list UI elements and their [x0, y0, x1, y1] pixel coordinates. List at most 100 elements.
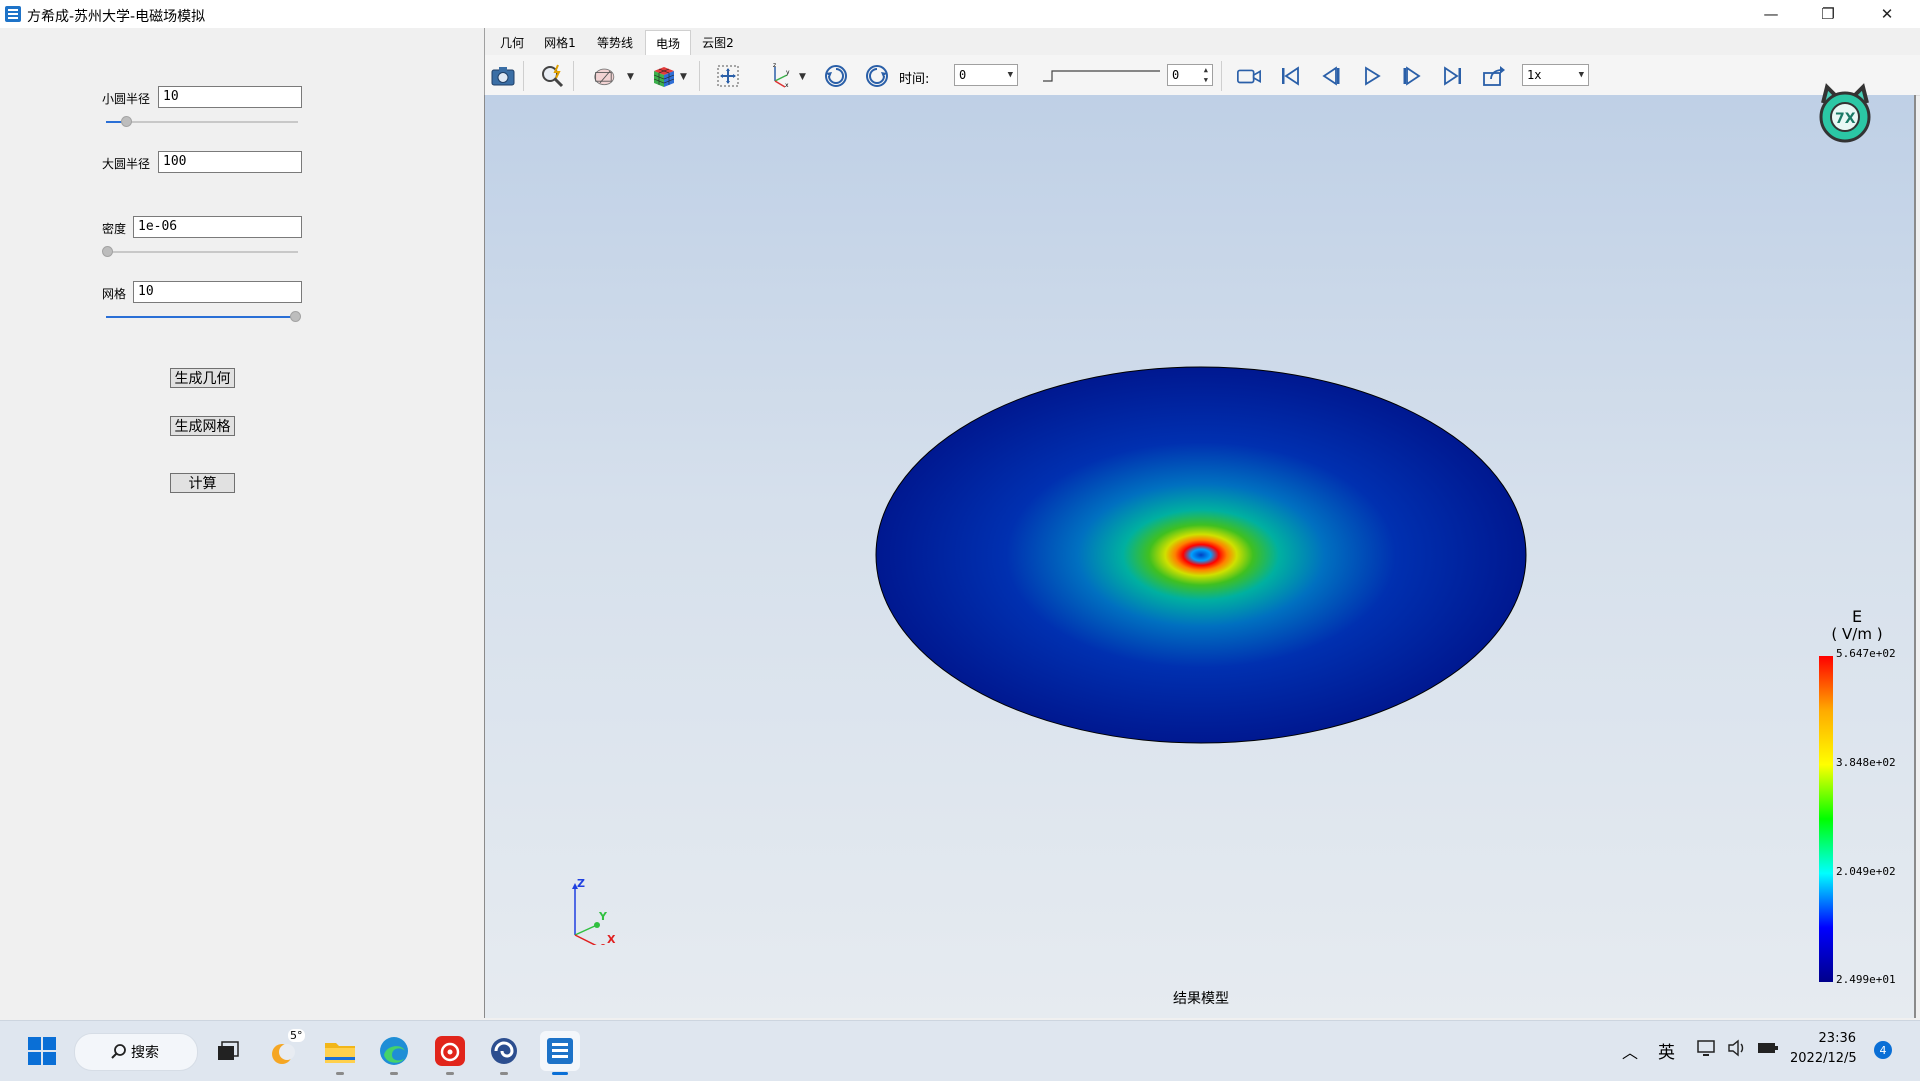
- play-icon[interactable]: [1359, 63, 1385, 89]
- outer-radius-label: 大圆半径: [102, 157, 151, 171]
- next-frame-icon[interactable]: [1399, 63, 1425, 89]
- active-indicator: [552, 1072, 568, 1075]
- grid-label: 网格: [102, 287, 127, 301]
- minimize-button[interactable]: —: [1748, 0, 1794, 28]
- restore-button[interactable]: ❐: [1805, 0, 1851, 28]
- taskbar-search[interactable]: 搜索: [74, 1033, 198, 1071]
- rotate-right-icon[interactable]: [864, 63, 890, 89]
- weather-temperature: 5°: [288, 1029, 305, 1042]
- step-spinbox[interactable]: 0 ▲ ▼: [1167, 64, 1213, 86]
- chevron-down-icon[interactable]: ▼: [627, 72, 634, 82]
- density-slider-track[interactable]: [106, 251, 298, 253]
- field-disk: [875, 366, 1527, 744]
- running-indicator: [336, 1072, 344, 1075]
- time-select-value: 0: [959, 68, 967, 82]
- record-video-icon[interactable]: [1236, 63, 1262, 89]
- search-label: 搜索: [131, 1045, 159, 1061]
- app-logo-badge: 7X: [1819, 83, 1871, 143]
- chevron-down-icon: ▼: [1578, 70, 1584, 80]
- step-spinbox-value: 0: [1172, 68, 1180, 82]
- last-frame-icon[interactable]: [1440, 63, 1466, 89]
- svg-text:y: y: [786, 69, 790, 76]
- weather-widget[interactable]: 5°: [264, 1029, 305, 1071]
- tab-electric-field[interactable]: 电场: [645, 30, 691, 55]
- rotate-left-icon[interactable]: [823, 63, 849, 89]
- axis-y-label: Y: [598, 910, 608, 923]
- title-bar: 方希成-苏州大学-电磁场模拟 — ❐ ✕: [0, 0, 1920, 29]
- playback-speed-select[interactable]: 1x ▼: [1522, 64, 1589, 86]
- netease-music-icon[interactable]: [430, 1031, 470, 1075]
- volume-icon[interactable]: [1727, 1038, 1747, 1062]
- time-slider[interactable]: [1042, 67, 1162, 83]
- toolbar-separator: [573, 61, 574, 91]
- toolbar-separator: [699, 61, 700, 91]
- tab-mesh1[interactable]: 网格1: [538, 32, 582, 52]
- previous-frame-icon[interactable]: [1318, 63, 1344, 89]
- app-swirl-icon[interactable]: [484, 1031, 524, 1075]
- first-frame-icon[interactable]: [1277, 63, 1303, 89]
- clip-plane-icon[interactable]: [593, 63, 619, 89]
- colorbar-tick: 5.647e+02: [1836, 647, 1896, 660]
- toolbar-separator: [523, 61, 524, 91]
- colorbar-tick: 2.049e+02: [1836, 865, 1896, 878]
- inner-radius-slider-track[interactable]: [106, 121, 298, 123]
- spin-arrows-icon[interactable]: ▲ ▼: [1204, 65, 1208, 85]
- zoom-select-icon[interactable]: [540, 63, 566, 89]
- inner-radius-slider-thumb[interactable]: [121, 116, 132, 127]
- viewport-caption: 结果模型: [1173, 991, 1229, 1007]
- chevron-down-icon[interactable]: ▼: [680, 72, 687, 82]
- fit-view-icon[interactable]: [715, 63, 741, 89]
- network-icon[interactable]: [1697, 1038, 1717, 1062]
- density-input[interactable]: 1e-06: [133, 216, 302, 238]
- notification-badge[interactable]: 4: [1874, 1041, 1892, 1059]
- grid-input[interactable]: 10: [133, 281, 302, 303]
- app-icon: [5, 6, 21, 22]
- clock-date[interactable]: 2022/12/5: [1790, 1051, 1857, 1066]
- edge-browser-icon[interactable]: [374, 1031, 414, 1075]
- start-icon[interactable]: [22, 1031, 62, 1071]
- running-indicator: [446, 1072, 454, 1075]
- time-select[interactable]: 0 ▼: [954, 64, 1018, 86]
- battery-icon[interactable]: [1757, 1038, 1779, 1062]
- ime-indicator[interactable]: 英: [1658, 1038, 1675, 1063]
- toolbar-separator: [1221, 61, 1222, 91]
- tab-equipotential[interactable]: 等势线: [589, 32, 641, 52]
- chevron-up-icon[interactable]: ︿: [1622, 1039, 1638, 1063]
- running-indicator: [390, 1072, 398, 1075]
- svg-text:x: x: [785, 82, 789, 89]
- clock-time[interactable]: 23:36: [1790, 1031, 1856, 1046]
- export-icon[interactable]: [1481, 63, 1507, 89]
- outer-radius-input[interactable]: 100: [158, 151, 302, 173]
- tab-cloud2[interactable]: 云图2: [695, 32, 741, 52]
- tab-geometry[interactable]: 几何: [492, 32, 532, 52]
- inner-radius-label: 小圆半径: [102, 92, 151, 106]
- file-explorer-icon[interactable]: [320, 1031, 360, 1075]
- parameter-panel: 小圆半径 10 大圆半径 100 密度 1e-06 网格 10 生成几何 生成网…: [0, 28, 485, 1018]
- density-label: 密度: [102, 222, 127, 236]
- compute-button[interactable]: 计算: [170, 473, 235, 493]
- svg-text:z: z: [773, 63, 776, 69]
- color-cube-icon[interactable]: [650, 63, 676, 89]
- axes-orientation-icon[interactable]: z yx: [767, 63, 793, 89]
- grid-slider-thumb[interactable]: [290, 311, 301, 322]
- running-indicator: [500, 1072, 508, 1075]
- grid-slider-track[interactable]: [106, 316, 296, 318]
- colorbar-quantity: E: [1851, 607, 1863, 626]
- colorbar-unit: ( V/m ): [1831, 625, 1883, 643]
- window-title: 方希成-苏州大学-电磁场模拟: [27, 9, 206, 25]
- inner-radius-input[interactable]: 10: [158, 86, 302, 108]
- time-label: 时间:: [899, 72, 930, 87]
- taskbar: 搜索 5° ︿ 英 23:36 2022/12/5 4: [0, 1020, 1920, 1081]
- generate-geometry-button[interactable]: 生成几何: [170, 368, 235, 388]
- em-simulation-app-icon[interactable]: [540, 1031, 580, 1075]
- view-tabs: 几何 网格1 等势线 电场 云图2: [485, 28, 1920, 55]
- generate-mesh-button[interactable]: 生成网格: [170, 416, 235, 436]
- close-button[interactable]: ✕: [1864, 0, 1910, 28]
- camera-icon[interactable]: [490, 63, 516, 89]
- task-view-icon[interactable]: [208, 1031, 248, 1071]
- axis-x-label: X: [607, 933, 616, 945]
- search-icon: [111, 1044, 126, 1059]
- chevron-down-icon[interactable]: ▼: [799, 72, 806, 82]
- render-viewport[interactable]: 7X Z Y X 结果模型 E ( V/m ) 5.647e+02 3.848e…: [484, 83, 1916, 1018]
- density-slider-thumb[interactable]: [102, 246, 113, 257]
